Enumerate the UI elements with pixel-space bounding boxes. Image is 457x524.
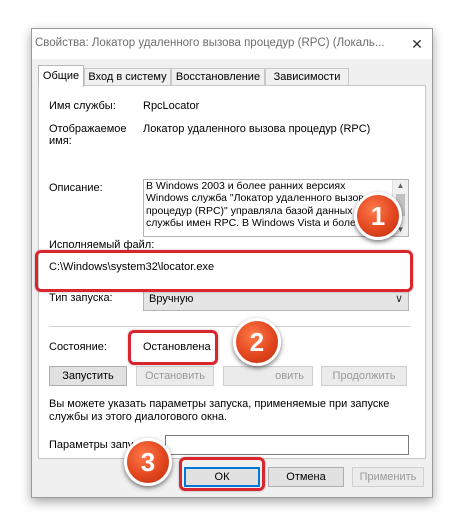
cancel-button[interactable]: Отмена xyxy=(268,467,344,487)
start-button[interactable]: Запустить xyxy=(49,366,127,386)
resume-button[interactable]: Продолжить xyxy=(321,366,407,386)
display-name-label: Отображаемое xyxy=(49,123,127,135)
stop-button-highlight xyxy=(128,330,218,365)
scroll-up-icon[interactable]: ▲ xyxy=(393,180,408,192)
step-marker-1: 1 xyxy=(354,192,402,240)
hint-text-line1: Вы можете указать параметры запуска, при… xyxy=(49,398,390,410)
service-name-label: Имя службы: xyxy=(49,100,116,112)
title-bar: Свойства: Локатор удаленного вызова проц… xyxy=(32,29,432,59)
stop-button[interactable]: Остановить xyxy=(136,366,214,386)
tab-logon[interactable]: Вход в систему xyxy=(84,68,171,86)
tab-recovery[interactable]: Восстановление xyxy=(171,68,265,86)
display-name-label-cont: имя: xyxy=(49,135,72,147)
window-title: Свойства: Локатор удаленного вызова проц… xyxy=(35,37,385,49)
startup-type-select[interactable]: Вручную ∨ xyxy=(143,289,409,311)
pause-button[interactable]: овить xyxy=(223,366,313,386)
tab-dependencies[interactable]: Зависимости xyxy=(265,68,349,86)
hint-text-line2: службы из этого диалогового окна. xyxy=(49,411,228,423)
chevron-down-icon[interactable]: ∨ xyxy=(395,292,403,305)
startup-type-label: Тип запуска: xyxy=(49,292,113,304)
service-name-value: RpcLocator xyxy=(143,100,200,112)
ok-button-highlight xyxy=(179,457,265,491)
description-label: Описание: xyxy=(49,182,103,194)
startup-type-value: Вручную xyxy=(149,293,194,305)
step-marker-2: 2 xyxy=(233,318,281,366)
separator xyxy=(49,326,411,327)
apply-button[interactable]: Применить xyxy=(352,467,424,487)
display-name-value: Локатор удаленного вызова процедур (RPC) xyxy=(143,123,371,135)
tab-general[interactable]: Общие xyxy=(38,65,84,87)
step-marker-3: 3 xyxy=(124,438,172,486)
startup-type-highlight xyxy=(35,250,413,292)
status-label: Состояние: xyxy=(49,341,107,353)
close-icon[interactable]: ✕ xyxy=(402,29,432,59)
start-params-input[interactable] xyxy=(165,435,409,455)
